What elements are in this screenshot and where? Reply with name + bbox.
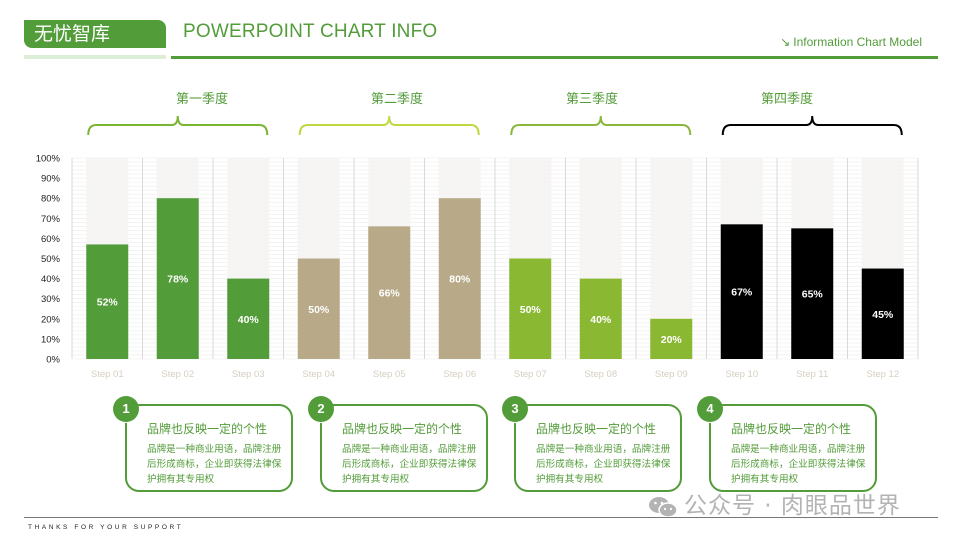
data-label: 40%	[590, 314, 612, 326]
bar-chart: 0% 10% 20% 30% 40% 50% 60% 70% 80% 90% 100% 52% Step…	[36, 115, 919, 380]
data-label: 45%	[872, 309, 894, 321]
quarter-brace	[510, 115, 692, 136]
card-number-badge: 3	[502, 396, 528, 422]
info-card: 品牌也反映一定的个性品牌是一种商业用语，品牌注册后形成商标，企业即获得法律保护拥…	[319, 403, 488, 492]
quarter-brace	[298, 115, 480, 136]
info-card: 品牌也反映一定的个性品牌是一种商业用语，品牌注册后形成商标，企业即获得法律保护拥…	[124, 403, 293, 492]
card-title: 品牌也反映一定的个性	[731, 422, 852, 436]
card-number-badge: 1	[113, 396, 139, 422]
y-tick-label: 30%	[41, 294, 61, 305]
card-title: 品牌也反映一定的个性	[342, 422, 463, 436]
y-tick-label: 40%	[41, 274, 61, 285]
x-tick-label: Step 09	[655, 369, 688, 380]
info-card: 品牌也反映一定的个性品牌是一种商业用语，品牌注册后形成商标，企业即获得法律保护拥…	[513, 403, 682, 492]
x-tick-label: Step 03	[232, 369, 265, 380]
y-tick-label: 10%	[41, 334, 61, 345]
data-label: 78%	[167, 274, 189, 286]
x-tick-label: Step 02	[161, 369, 194, 380]
data-label: 66%	[379, 288, 401, 300]
info-card: 品牌也反映一定的个性品牌是一种商业用语，品牌注册后形成商标，企业即获得法律保护拥…	[708, 403, 877, 492]
card-body: 品牌是一种商业用语，品牌注册后形成商标，企业即获得法律保护拥有其专用权	[147, 444, 282, 485]
card-title: 品牌也反映一定的个性	[147, 422, 268, 436]
quarter-brace	[721, 115, 903, 136]
card-body: 品牌是一种商业用语，品牌注册后形成商标，企业即获得法律保护拥有其专用权	[342, 444, 477, 485]
card-number-badge: 4	[697, 396, 723, 422]
card-title: 品牌也反映一定的个性	[536, 422, 657, 436]
card-number-badge: 2	[308, 396, 334, 422]
data-label: 80%	[449, 274, 471, 286]
data-label: 40%	[238, 314, 260, 326]
data-label: 50%	[520, 304, 542, 316]
watermark-text: 公众号 · 肉眼品世界	[684, 493, 901, 519]
x-tick-label: Step 07	[514, 369, 547, 380]
x-tick-label: Step 10	[725, 369, 758, 380]
y-tick-label: 60%	[41, 234, 61, 245]
data-label: 52%	[97, 297, 119, 309]
y-tick-label: 0%	[46, 355, 60, 366]
card-body: 品牌是一种商业用语，品牌注册后形成商标，企业即获得法律保护拥有其专用权	[731, 444, 866, 485]
data-label: 65%	[802, 289, 824, 301]
y-tick-label: 70%	[41, 214, 61, 225]
data-label: 20%	[661, 334, 683, 346]
quarter-brace	[87, 115, 269, 136]
x-tick-label: Step 01	[91, 369, 124, 380]
x-tick-label: Step 06	[443, 369, 476, 380]
x-tick-label: Step 05	[373, 369, 406, 380]
y-tick-label: 100%	[36, 154, 61, 165]
y-tick-label: 90%	[41, 174, 61, 185]
data-label: 67%	[731, 287, 753, 299]
x-tick-label: Step 12	[866, 369, 899, 380]
x-tick-label: Step 11	[796, 369, 828, 380]
footer-text: THANKS FOR YOUR SUPPORT	[28, 524, 184, 531]
y-tick-label: 20%	[41, 314, 61, 325]
y-tick-label: 50%	[41, 254, 61, 265]
x-tick-label: Step 08	[584, 369, 617, 380]
y-tick-label: 80%	[41, 194, 61, 205]
x-tick-label: Step 04	[302, 369, 335, 380]
footer-divider	[24, 517, 938, 518]
card-body: 品牌是一种商业用语，品牌注册后形成商标，企业即获得法律保护拥有其专用权	[536, 444, 671, 485]
watermark: 公众号 · 肉眼品世界	[648, 486, 901, 520]
wechat-icon	[648, 496, 678, 518]
data-label: 50%	[308, 304, 330, 316]
